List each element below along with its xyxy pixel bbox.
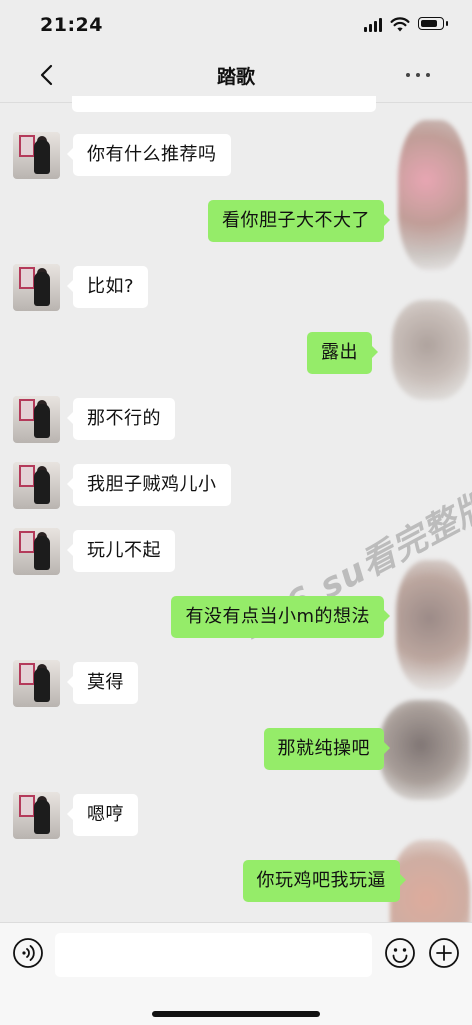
incoming-message-bubble[interactable]: 嗯哼 (67, 794, 138, 836)
avatar[interactable] (13, 660, 60, 707)
input-bar (0, 922, 472, 1025)
outgoing-message-bubble[interactable]: 看你胆子大不大了 (208, 200, 390, 242)
avatar[interactable] (13, 264, 60, 311)
avatar[interactable] (13, 528, 60, 575)
more-dots-icon[interactable] (404, 72, 432, 80)
incoming-message-bubble[interactable]: 我胆子贼鸡儿小 (67, 464, 231, 506)
incoming-message-bubble[interactable]: 莫得 (67, 662, 138, 704)
incoming-message-bubble[interactable]: 玩儿不起 (67, 530, 175, 572)
avatar[interactable] (13, 132, 60, 179)
smudge-overlay (398, 120, 468, 270)
message-input[interactable] (55, 933, 372, 977)
incoming-message-bubble[interactable]: 那不行的 (67, 398, 175, 440)
partial-message-bubble (72, 96, 376, 112)
outgoing-message-bubble[interactable]: 你玩鸡吧我玩逼 (242, 860, 406, 902)
emoji-icon[interactable] (384, 937, 416, 969)
smudge-overlay (396, 560, 470, 690)
wifi-icon (390, 17, 410, 32)
avatar[interactable] (13, 792, 60, 839)
smudge-overlay (380, 700, 470, 800)
incoming-message-bubble[interactable]: 你有什么推荐吗 (67, 134, 231, 176)
status-time: 21:24 (40, 14, 103, 36)
outgoing-message-bubble[interactable]: 那就纯操吧 (263, 728, 390, 770)
home-indicator (152, 1011, 320, 1017)
chat-title: 踏歌 (216, 66, 255, 88)
status-bar: 21:24 (0, 0, 472, 50)
avatar[interactable] (13, 396, 60, 443)
outgoing-message-bubble[interactable]: 露出 (307, 332, 378, 374)
incoming-message-bubble[interactable]: 比如? (66, 266, 149, 308)
voice-icon[interactable] (12, 937, 44, 969)
avatar[interactable] (13, 462, 60, 509)
battery-icon (418, 17, 448, 30)
plus-icon[interactable] (428, 937, 460, 969)
smudge-overlay (392, 300, 470, 400)
outgoing-message-bubble[interactable]: 有没有点当小m的想法 (171, 596, 390, 638)
signal-icon (364, 18, 384, 32)
